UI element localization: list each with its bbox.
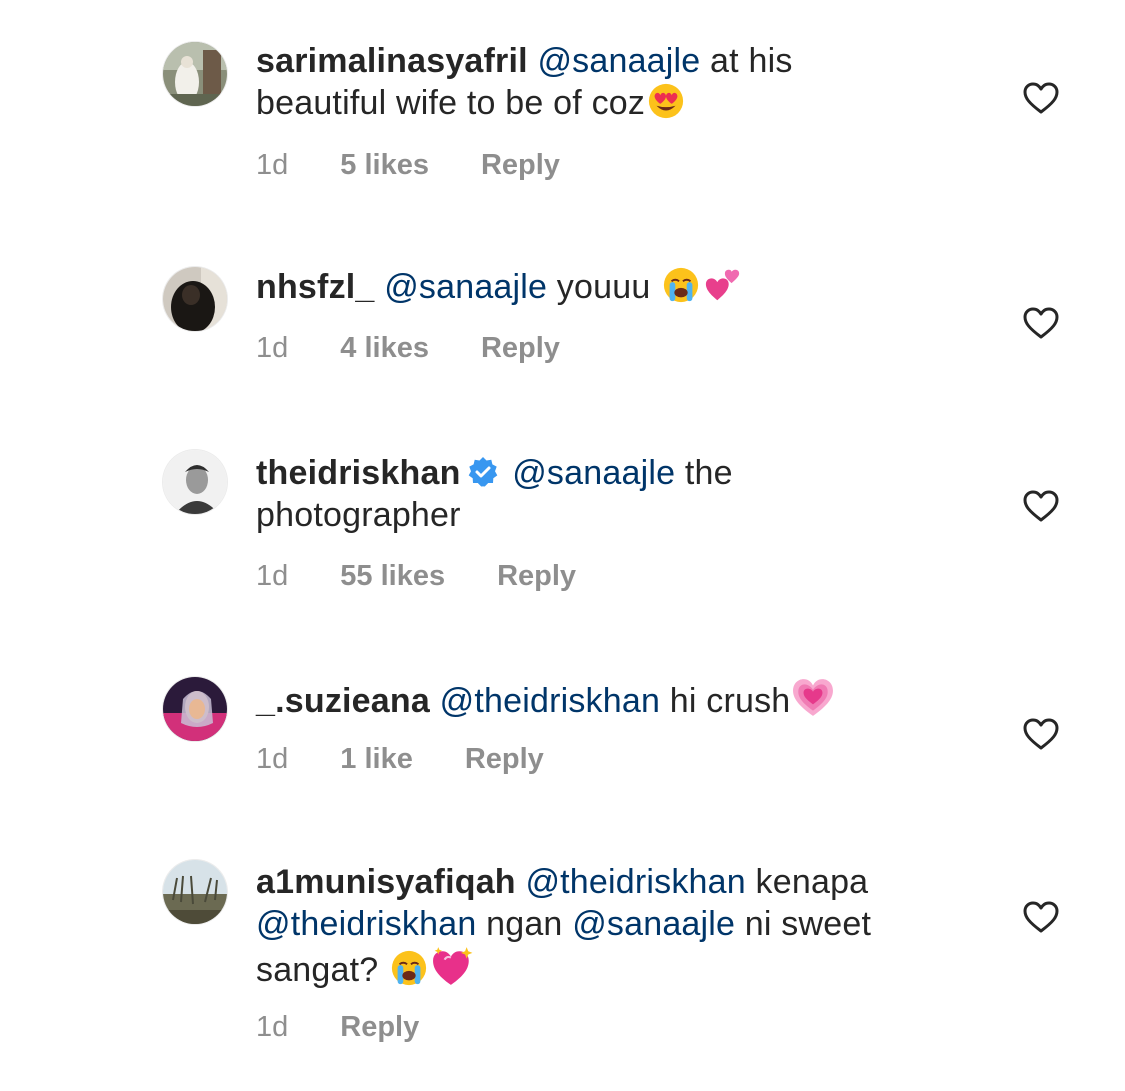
comment-body: ni sweet <box>735 905 872 943</box>
mention-link[interactable]: @sanaajle <box>512 454 675 492</box>
mention-link[interactable]: @sanaajle <box>572 905 735 943</box>
mention-link[interactable]: @theidriskhan <box>440 682 660 720</box>
avatar[interactable] <box>163 267 227 331</box>
avatar[interactable] <box>163 860 227 924</box>
comment-username[interactable]: nhsfzl_ <box>256 268 375 306</box>
comment-body: ngan <box>476 905 573 943</box>
comment-text: theidriskhan @sanaajle the photographer <box>256 452 956 536</box>
sparkling-heart-emoji <box>432 945 474 987</box>
comment-body: hi crush <box>660 682 791 720</box>
comment-body: youuu <box>547 268 661 306</box>
mention-link[interactable]: @theidriskhan <box>525 863 745 901</box>
likes-count[interactable]: 1 like <box>340 742 413 776</box>
like-heart-icon[interactable] <box>1022 489 1060 523</box>
comment-username[interactable]: sarimalinasyafril <box>256 42 528 80</box>
comment-time: 1d <box>256 560 289 592</box>
comment-time: 1d <box>256 743 289 775</box>
comment-body: photographer <box>256 496 461 534</box>
comment-time: 1d <box>256 332 289 364</box>
comment-meta: 1d 4 likes Reply <box>256 331 560 365</box>
comment-text: sarimalinasyafril @sanaajle at his beaut… <box>256 40 956 124</box>
comment-text: _.suzieana @theidriskhan hi crush <box>256 676 956 722</box>
two-hearts-emoji <box>704 266 742 304</box>
likes-count[interactable]: 4 likes <box>340 331 429 365</box>
verified-badge-icon <box>467 456 499 488</box>
comment-meta: 1d 55 likes Reply <box>256 559 576 593</box>
reply-button[interactable]: Reply <box>497 559 576 593</box>
comment-meta: 1d 1 like Reply <box>256 742 544 776</box>
avatar[interactable] <box>163 42 227 106</box>
comment-body: beautiful wife to be of coz <box>256 84 646 122</box>
comment-time: 1d <box>256 1011 289 1043</box>
likes-count[interactable]: 5 likes <box>340 148 429 182</box>
avatar[interactable] <box>163 450 227 514</box>
like-heart-icon[interactable] <box>1022 306 1060 340</box>
avatar[interactable] <box>163 677 227 741</box>
comment-username[interactable]: _.suzieana <box>256 682 430 720</box>
crying-face-emoji <box>662 266 700 304</box>
comment-text: nhsfzl_ @sanaajle youuu <box>256 266 956 308</box>
like-heart-icon[interactable] <box>1022 81 1060 115</box>
comment-username[interactable]: a1munisyafiqah <box>256 863 516 901</box>
reply-button[interactable]: Reply <box>481 148 560 182</box>
mention-link[interactable]: @sanaajle <box>384 268 547 306</box>
growing-heart-emoji <box>792 676 834 718</box>
reply-button[interactable]: Reply <box>340 1010 419 1044</box>
comment-text: a1munisyafiqah @theidriskhan kenapa @the… <box>256 861 956 991</box>
comment-time: 1d <box>256 149 289 181</box>
comment-body: sangat? <box>256 951 389 989</box>
likes-count[interactable]: 55 likes <box>340 559 445 593</box>
mention-link[interactable]: @sanaajle <box>537 42 700 80</box>
like-heart-icon[interactable] <box>1022 717 1060 751</box>
heart-eyes-emoji <box>647 82 685 120</box>
crying-face-emoji <box>390 949 428 987</box>
comment-meta: 1d 5 likes Reply <box>256 148 560 182</box>
mention-link[interactable]: @theidriskhan <box>256 905 476 943</box>
comment-meta: 1d Reply <box>256 1010 419 1044</box>
comment-body: the <box>675 454 733 492</box>
comment-body: at his <box>700 42 793 80</box>
reply-button[interactable]: Reply <box>481 331 560 365</box>
comment-username[interactable]: theidriskhan <box>256 454 461 492</box>
like-heart-icon[interactable] <box>1022 900 1060 934</box>
reply-button[interactable]: Reply <box>465 742 544 776</box>
comment-body: kenapa <box>745 863 869 901</box>
